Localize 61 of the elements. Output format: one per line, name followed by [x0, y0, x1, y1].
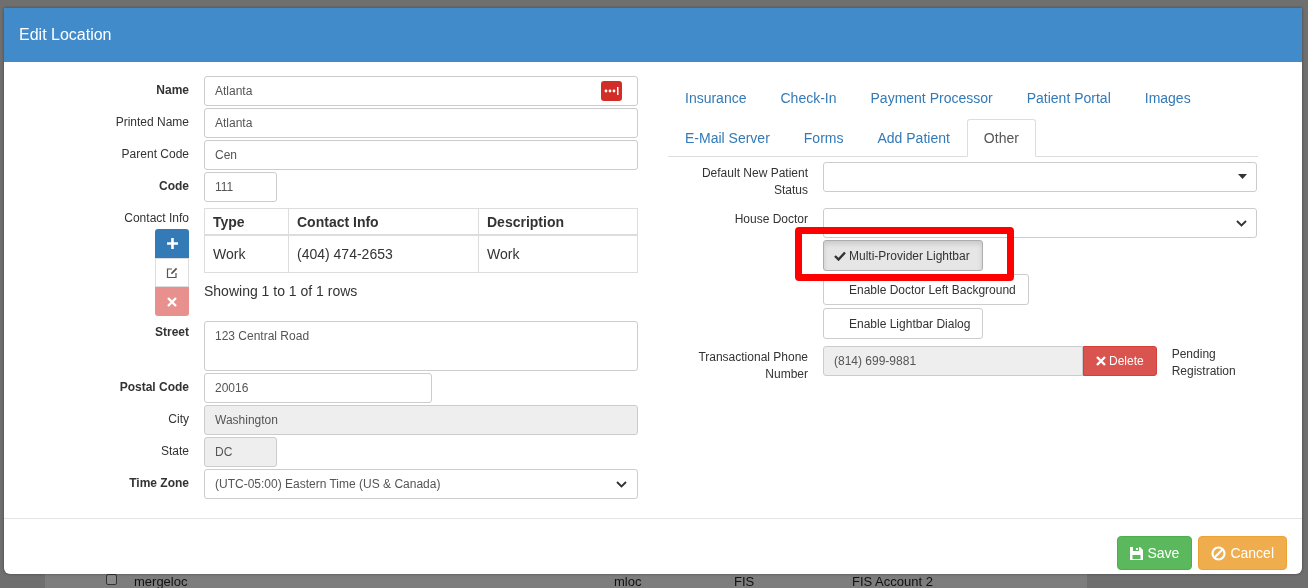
edit-button[interactable] [155, 258, 189, 287]
text-field[interactable]: Atlanta [204, 108, 638, 138]
tab[interactable]: Add Patient [860, 119, 967, 157]
delete-button[interactable]: Delete [1083, 346, 1157, 376]
tab[interactable]: Images [1127, 79, 1208, 117]
chevron-down-icon [1236, 219, 1247, 227]
field-label: City [168, 411, 189, 426]
text-area[interactable]: 123 Central Road [204, 321, 638, 371]
field-label: Time Zone [129, 475, 189, 490]
table-cell: Work [478, 236, 637, 272]
field-label: Printed Name [115, 114, 189, 129]
field-label: Name [156, 82, 189, 97]
text-field[interactable]: 20016 [204, 373, 432, 403]
tab[interactable]: Check-In [763, 79, 854, 117]
text-field[interactable]: Atlanta [204, 76, 638, 106]
toggle-button[interactable]: Multi-Provider Lightbar [823, 240, 983, 271]
table-cell: (404) 474-2653 [288, 236, 478, 272]
tab[interactable]: Insurance [668, 79, 764, 117]
field-label: Parent Code [121, 146, 189, 161]
phone-field[interactable]: (814) 699-9881 [823, 346, 1083, 376]
column-header: Type [205, 209, 288, 236]
plus-icon [166, 238, 178, 249]
dropdown-field[interactable] [823, 162, 1257, 192]
add-button[interactable] [155, 229, 189, 258]
select-field[interactable] [823, 208, 1257, 238]
table-cell: FIS Account 2 [852, 575, 933, 588]
field-label: Postal Code [119, 379, 189, 394]
tab[interactable]: Other [966, 119, 1036, 157]
text-field[interactable]: Cen [204, 140, 638, 170]
pagination-summary: Showing 1 to 1 of 1 rows [204, 283, 359, 299]
chevron-down-icon [616, 480, 627, 488]
table-cell: FIS [734, 575, 755, 588]
status-text: Pending Registration [1171, 346, 1237, 380]
field-label: Street [155, 324, 189, 339]
column-header: Contact Info [288, 209, 478, 236]
toggle-button[interactable]: Enable Lightbar Dialog [823, 308, 984, 339]
dropdown-caret-icon [1238, 174, 1247, 180]
check-icon [834, 250, 846, 261]
password-manager-icon[interactable] [601, 81, 622, 101]
field-label: Transactional Phone Number [697, 349, 808, 383]
table-cell: mloc [614, 575, 642, 588]
row-checkbox[interactable] [106, 574, 117, 585]
tab[interactable]: Patient Portal [1009, 79, 1128, 117]
close-icon [167, 296, 177, 307]
text-field[interactable]: 111 [204, 172, 277, 202]
tab[interactable]: E-Mail Server [668, 119, 787, 157]
field-label: State [160, 443, 189, 458]
column-header: Description [478, 209, 637, 236]
table-cell-text: Work [212, 245, 247, 264]
select-field[interactable]: (UTC-05:00) Eastern Time (US & Canada) [204, 469, 638, 499]
table-cell: mergeloc [134, 575, 188, 588]
modal-title: Edit Location [19, 26, 112, 44]
close-icon [1096, 356, 1106, 366]
edit-icon [166, 266, 178, 279]
field-label: Default New Patient Status [700, 165, 808, 199]
field-label: House Doctor [733, 211, 808, 228]
ban-icon [1211, 545, 1227, 561]
field-label: Contact Info [124, 210, 189, 225]
tab[interactable]: Payment Processor [853, 79, 1010, 117]
field-label: Code [159, 178, 189, 193]
tab[interactable]: Forms [786, 119, 861, 157]
